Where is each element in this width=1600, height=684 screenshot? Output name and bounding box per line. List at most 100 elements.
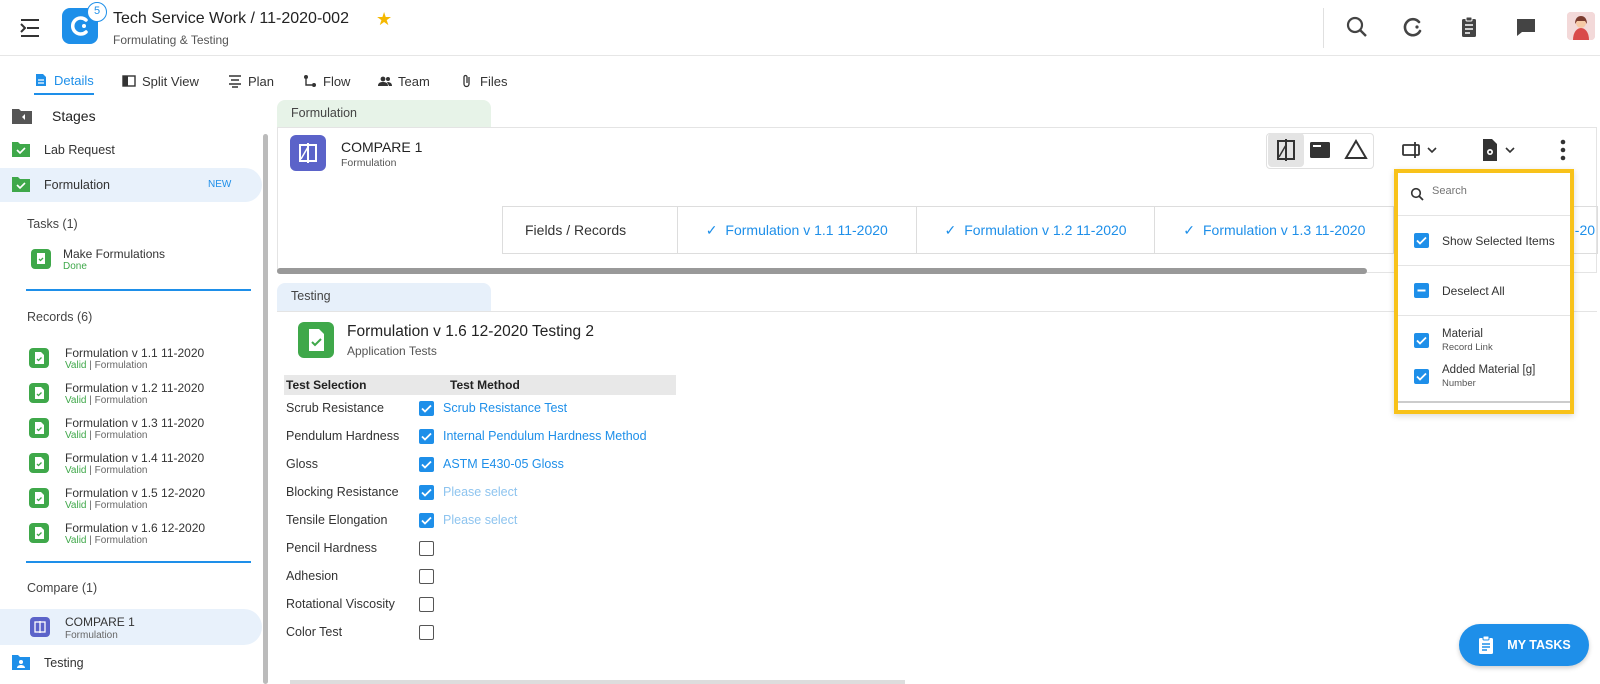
avatar[interactable] — [1567, 12, 1595, 40]
record-item[interactable]: Formulation v 1.3 11-2020 Valid | Formula… — [29, 413, 259, 447]
search-icon[interactable] — [1344, 14, 1370, 40]
tab-flow[interactable]: Flow — [303, 67, 350, 95]
favorite-star-icon[interactable]: ★ — [376, 9, 392, 30]
checkbox-indeterminate-icon[interactable] — [1414, 283, 1429, 298]
column-select-dropdown[interactable] — [1397, 133, 1447, 167]
show-selected-label: Show Selected Items — [1442, 234, 1555, 248]
record-document-icon — [29, 453, 49, 473]
tab-files[interactable]: Files — [460, 67, 507, 95]
field-option-label: Material — [1442, 328, 1483, 340]
tab-details-label: Details — [54, 72, 94, 88]
record-item[interactable]: Formulation v 1.6 12-2020 Valid | Formula… — [29, 518, 259, 552]
field-option-label: Added Material [g] — [1442, 364, 1536, 376]
record-item[interactable]: Formulation v 1.5 12-2020 Valid | Formula… — [29, 483, 259, 517]
stages-sidebar: Stages Lab Request Formulation NEW Tasks… — [0, 100, 263, 684]
tab-team-label: Team — [398, 73, 430, 89]
tab-plan[interactable]: Plan — [228, 67, 274, 95]
record-item[interactable]: Formulation v 1.4 11-2020 Valid | Formula… — [29, 448, 259, 482]
test-checkbox[interactable] — [419, 401, 434, 416]
record-document-icon — [29, 523, 49, 543]
field-option-material[interactable]: Material Record Link — [1398, 323, 1570, 359]
folder-icon — [12, 108, 32, 124]
stage-testing[interactable]: Testing — [0, 646, 262, 680]
more-options-icon[interactable] — [1545, 133, 1581, 167]
horizontal-scrollbar[interactable] — [277, 268, 1367, 274]
dropdown-search-input[interactable] — [1432, 185, 1562, 197]
notification-badge: 5 — [87, 2, 107, 22]
test-checkbox[interactable] — [419, 569, 434, 584]
field-option-added-material[interactable]: Added Material [g] Number — [1398, 359, 1570, 395]
record-valid: Valid — [65, 360, 87, 371]
page-title: Tech Service Work / 11-2020-002 — [113, 10, 349, 27]
team-icon — [378, 76, 392, 86]
check-icon: ✓ — [944, 221, 957, 238]
chat-icon[interactable] — [1513, 14, 1539, 40]
record-valid: Valid — [65, 430, 87, 441]
stage-label: Lab Request — [44, 143, 115, 157]
task-item[interactable]: Make Formulations Done — [31, 244, 261, 278]
folder-check-icon — [12, 177, 30, 192]
test-method-link[interactable]: Scrub Resistance Test — [443, 401, 567, 415]
test-checkbox[interactable] — [419, 625, 434, 640]
compare-icon — [30, 617, 50, 637]
test-checkbox[interactable] — [419, 485, 434, 500]
test-name: Pendulum Hardness — [286, 429, 400, 443]
record-item[interactable]: Formulation v 1.2 11-2020 Valid | Formula… — [29, 378, 259, 412]
checkbox-checked-icon[interactable] — [1414, 333, 1429, 348]
tab-plan-label: Plan — [248, 73, 275, 89]
folder-user-icon — [12, 655, 30, 670]
my-tasks-button[interactable]: MY TASKS — [1459, 624, 1589, 666]
menu-collapse-icon[interactable] — [18, 17, 42, 39]
test-checkbox[interactable] — [419, 457, 434, 472]
table-view-icon[interactable] — [1302, 133, 1338, 167]
test-row: Tensile Elongation Please select — [286, 509, 786, 533]
loading-spinner-icon[interactable] — [1400, 14, 1426, 40]
tab-team[interactable]: Team — [378, 67, 430, 95]
test-checkbox[interactable] — [419, 541, 434, 556]
formulation-section-tab[interactable]: Formulation — [277, 100, 491, 128]
test-method-link[interactable]: ASTM E430-05 Gloss — [443, 457, 564, 471]
test-table-header: Test Selection Test Method — [284, 375, 676, 395]
dropdown-search[interactable] — [1398, 173, 1570, 215]
show-selected-items-option[interactable]: Show Selected Items — [1398, 216, 1570, 265]
test-method-link[interactable]: Please select — [443, 513, 517, 527]
record-status: Valid | Formulation — [65, 360, 147, 371]
document-gear-icon — [1483, 139, 1515, 161]
stage-formulation[interactable]: Formulation NEW — [0, 168, 262, 202]
record-type: | Formulation — [89, 500, 148, 511]
test-checkbox[interactable] — [419, 597, 434, 612]
tab-split-view[interactable]: Split View — [122, 67, 199, 95]
checkbox-checked-icon[interactable] — [1414, 369, 1429, 384]
col-test-selection: Test Selection — [286, 378, 367, 392]
testing-section-tab[interactable]: Testing — [277, 283, 491, 311]
test-checkbox[interactable] — [419, 429, 434, 444]
test-method-link[interactable]: Please select — [443, 485, 517, 499]
compare-column[interactable]: ✓ Formulation v 1.1 11-2020 — [678, 207, 917, 253]
test-row: Pencil Hardness — [286, 537, 786, 561]
warning-triangle-icon[interactable] — [1338, 133, 1374, 167]
deselect-all-option[interactable]: Deselect All — [1398, 266, 1570, 315]
check-icon: ✓ — [705, 221, 718, 238]
tab-details[interactable]: Details — [34, 67, 94, 95]
compare-view-icon[interactable] — [1268, 133, 1304, 167]
compare-item[interactable]: COMPARE 1 Formulation — [0, 609, 262, 645]
stage-lab-request[interactable]: Lab Request — [0, 133, 262, 167]
clipboard-icon[interactable] — [1456, 14, 1482, 40]
test-checkbox[interactable] — [419, 513, 434, 528]
checkbox-checked-icon[interactable] — [1414, 233, 1429, 248]
bottom-scrollbar[interactable] — [290, 680, 905, 684]
compare-column[interactable]: ✓ Formulation v 1.2 11-2020 — [917, 207, 1156, 253]
document-icon — [36, 74, 46, 86]
test-name: Scrub Resistance — [286, 401, 384, 415]
compare-column[interactable]: ✓ Formulation v 1.3 11-2020 — [1155, 207, 1395, 253]
test-method-link[interactable]: Internal Pendulum Hardness Method — [443, 429, 647, 443]
record-item[interactable]: Formulation v 1.1 11-2020 Valid | Formula… — [29, 343, 259, 377]
compare-column-label: Formulation v 1.3 11-2020 — [1202, 222, 1366, 238]
stage-label: Formulation — [44, 178, 110, 192]
record-document-icon — [29, 418, 49, 438]
test-row: Adhesion — [286, 565, 786, 589]
search-icon — [1410, 187, 1424, 201]
sidebar-scrollbar[interactable] — [263, 134, 268, 684]
export-document-dropdown[interactable] — [1475, 133, 1525, 167]
record-type: | Formulation — [89, 465, 148, 476]
